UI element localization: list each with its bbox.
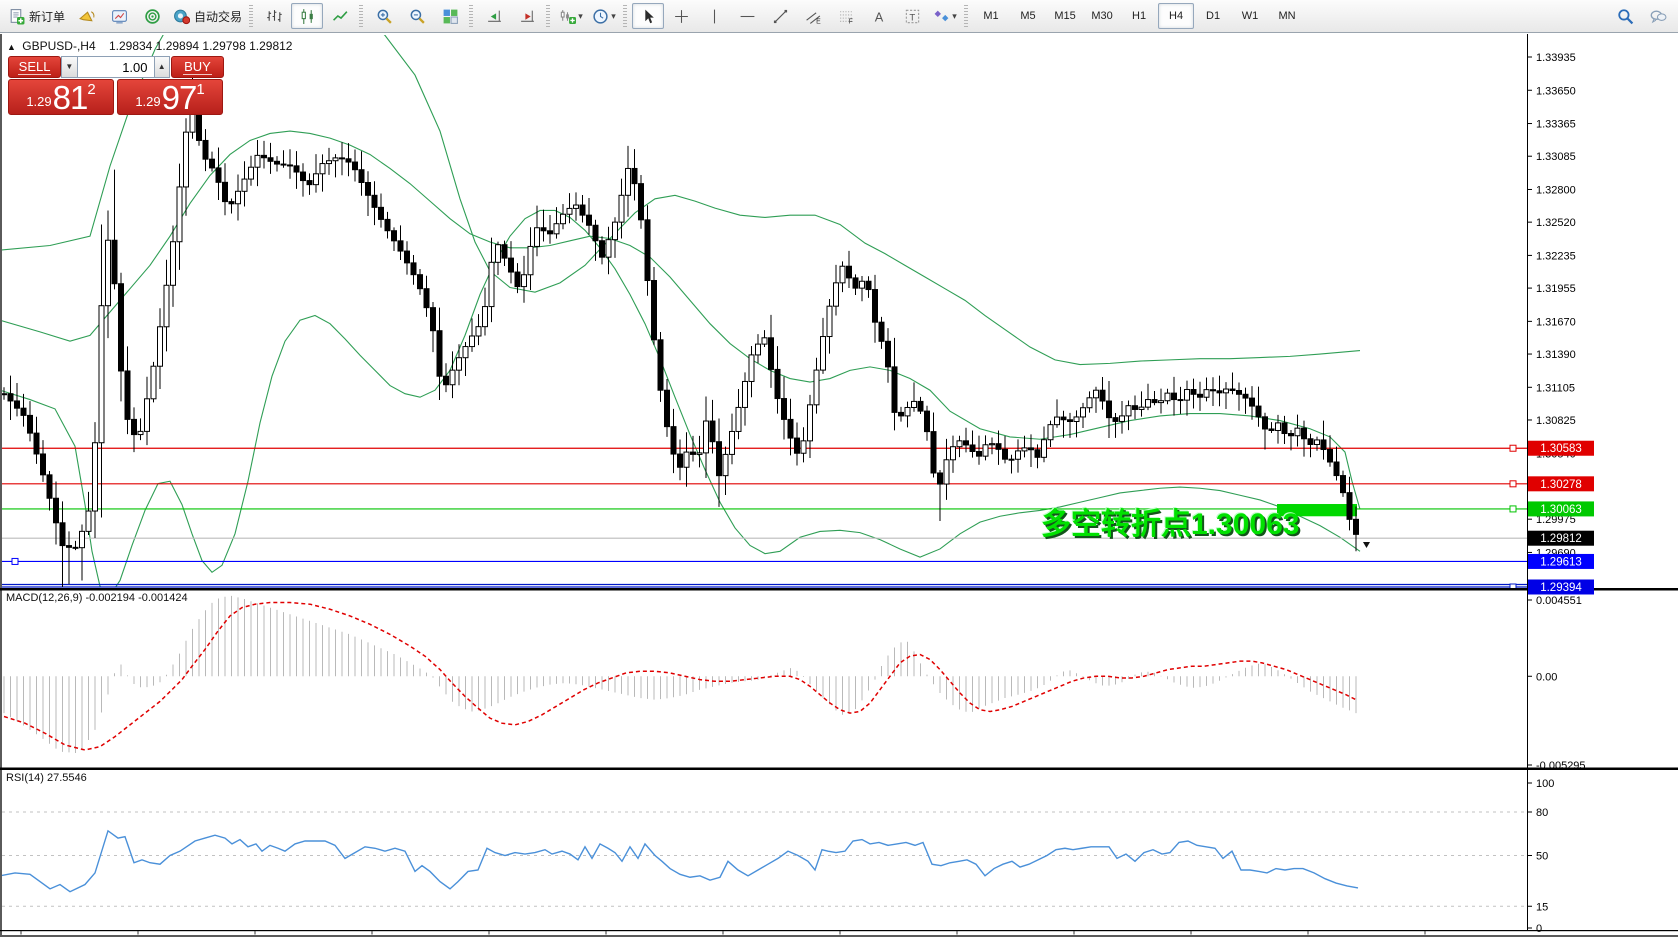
buy-button[interactable]: BUY: [171, 56, 224, 78]
macd-tick-label: 0.004551: [1536, 595, 1582, 607]
price-tick-label: 1.31670: [1536, 316, 1576, 328]
sell-button[interactable]: SELL: [8, 56, 61, 78]
price-axis-line: [1527, 34, 1528, 931]
price-arrow-icon: [1363, 542, 1370, 548]
panel-divider[interactable]: [0, 588, 1678, 591]
price-tick-label: 1.33935: [1536, 52, 1576, 64]
rsi-tick-label: 100: [1536, 778, 1554, 790]
macd-panel[interactable]: [4, 596, 1356, 753]
time-axis-line: [0, 930, 1678, 931]
support-line-1-price-chip: 1.29613: [1528, 554, 1594, 569]
support-line-2-price-chip: 1.29394: [1528, 580, 1594, 595]
price-tick-label: 1.33365: [1536, 119, 1576, 131]
price-tick-label: 1.33650: [1536, 85, 1576, 97]
chart-canvas[interactable]: 1.33935 1.33650 1.33365 1.33085 1.32800 1.325…: [0, 0, 1678, 937]
svg-text:1.29812: 1.29812: [1540, 533, 1582, 545]
one-click-trading-panel: SELL ▼ ▲ BUY 1.29812 1.29971: [8, 56, 224, 115]
volume-input[interactable]: [78, 56, 154, 78]
ohlc-values: 1.29834 1.29894 1.29798 1.29812: [109, 39, 293, 53]
macd-indicator-label: MACD(12,26,9) -0.002194 -0.001424: [6, 592, 188, 604]
price-tick-label: 1.32520: [1536, 217, 1576, 229]
resistance-line-2-handle[interactable]: [1510, 481, 1516, 487]
bid-price-line-price-chip: 1.29812: [1528, 531, 1594, 546]
symbol-label: GBPUSD-,H4: [22, 39, 95, 53]
rsi-tick-label: 15: [1536, 901, 1548, 913]
rsi-tick-label: 0: [1536, 923, 1542, 935]
svg-text:1.29394: 1.29394: [1540, 582, 1582, 594]
macd-tick-label: 0.00: [1536, 671, 1557, 683]
chart-title: ▲ GBPUSD-,H4 1.29834 1.29894 1.29798 1.2…: [7, 39, 292, 53]
panel-divider[interactable]: [0, 768, 1678, 771]
rsi-panel[interactable]: [0, 831, 1358, 892]
bollinger-upper-band: [0, 0, 1360, 365]
resistance-line-2-price-chip: 1.30278: [1528, 476, 1594, 491]
expand-icon[interactable]: ▲: [7, 42, 16, 52]
volume-decrease-button[interactable]: ▼: [61, 56, 77, 78]
price-tick-label: 1.30825: [1536, 415, 1576, 427]
rsi-tick-label: 50: [1536, 851, 1548, 863]
macd-tick-label: -0.005295: [1536, 760, 1586, 772]
rsi-tick-label: 80: [1536, 807, 1548, 819]
volume-increase-button[interactable]: ▲: [154, 56, 170, 78]
svg-text:1.29613: 1.29613: [1540, 556, 1582, 568]
resistance-line-1-price-chip: 1.30583: [1528, 441, 1594, 456]
buy-price-button[interactable]: 1.29971: [117, 79, 223, 115]
pivot-line-handle[interactable]: [1510, 506, 1516, 512]
price-tick-label: 1.32800: [1536, 184, 1576, 196]
svg-text:1.30278: 1.30278: [1540, 479, 1582, 491]
pivot-line-price-chip: 1.30063: [1528, 501, 1594, 516]
pivot-annotation-text: 多空转折点1.30063: [1041, 499, 1299, 543]
rsi-line: [0, 831, 1358, 892]
svg-text:1.30063: 1.30063: [1540, 504, 1582, 516]
price-tick-label: 1.32235: [1536, 250, 1576, 262]
support-line-1-handle[interactable]: [12, 558, 18, 564]
price-tick-label: 1.31105: [1536, 382, 1575, 394]
svg-text:1.30583: 1.30583: [1540, 443, 1582, 455]
window-left-border: [0, 34, 2, 937]
price-tick-label: 1.33085: [1536, 151, 1576, 163]
price-tick-label: 1.31955: [1536, 283, 1576, 295]
macd-signal-line: [4, 603, 1356, 750]
price-tick-label: 1.31390: [1536, 349, 1576, 361]
rsi-indicator-label: RSI(14) 27.5546: [6, 772, 87, 784]
sell-price-button[interactable]: 1.29812: [8, 79, 114, 115]
resistance-line-1-handle[interactable]: [1510, 445, 1516, 451]
